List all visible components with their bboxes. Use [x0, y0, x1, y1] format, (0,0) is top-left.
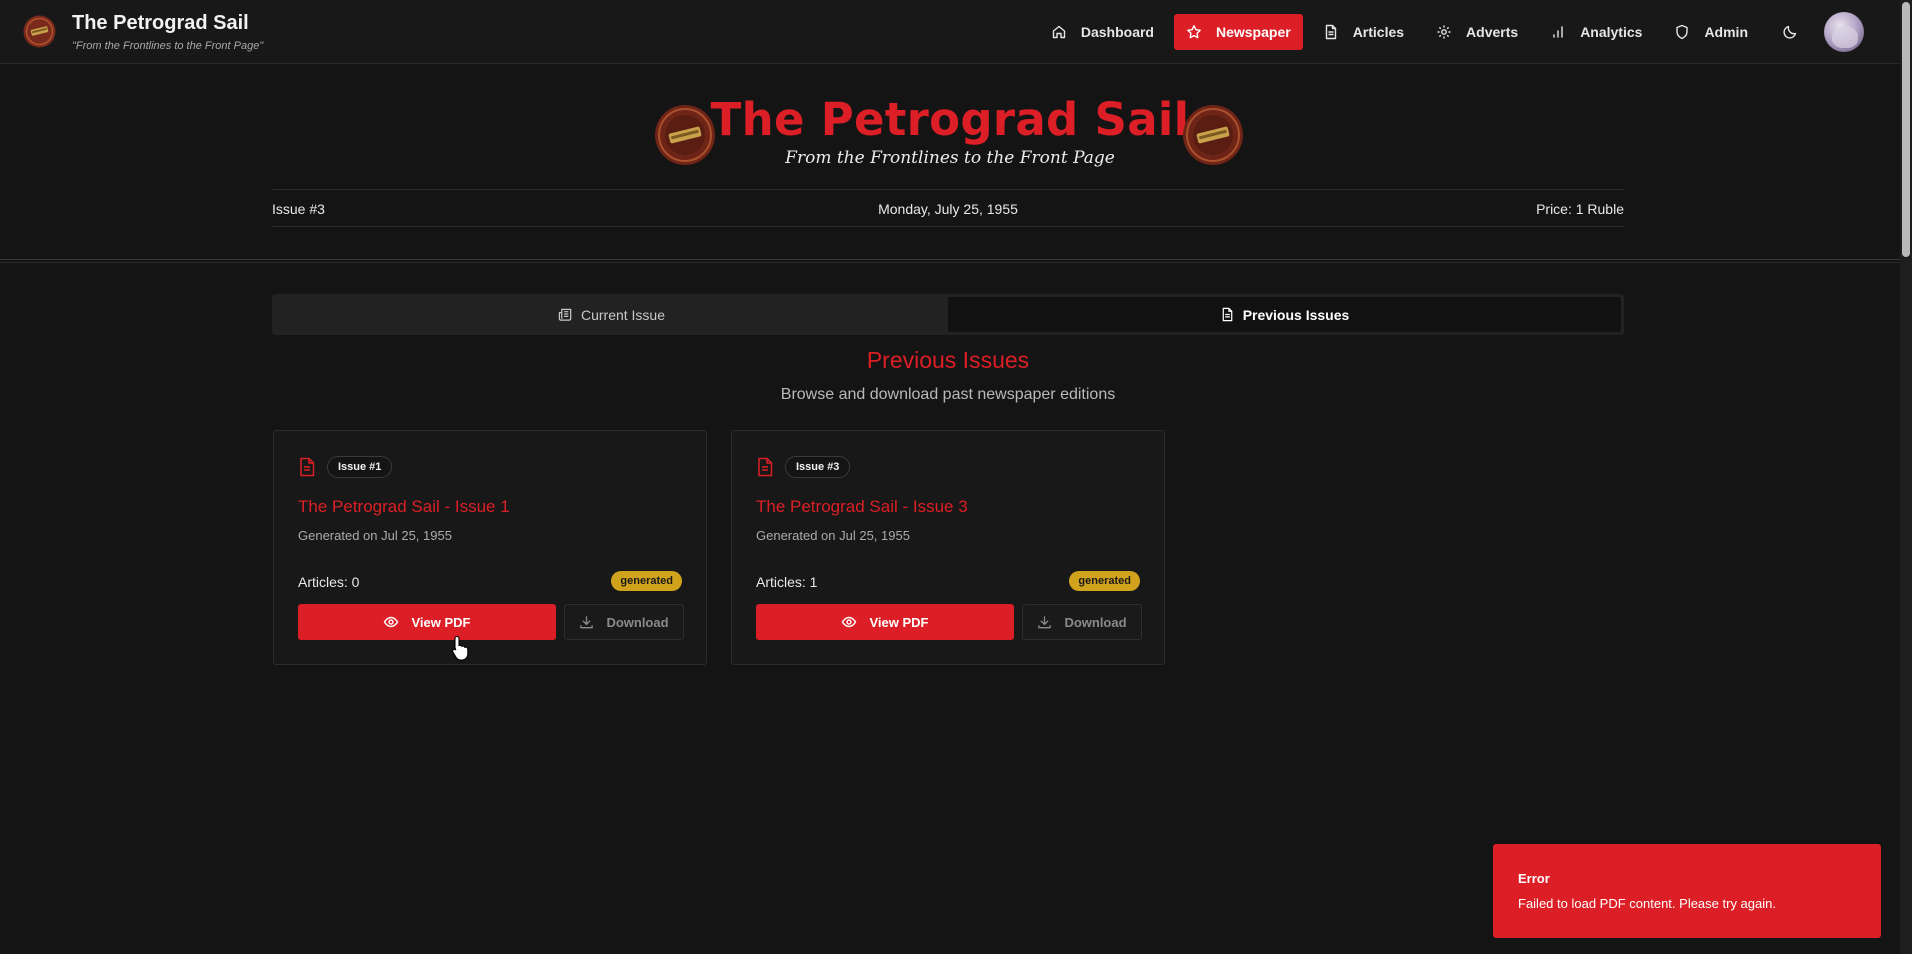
issue-badge: Issue #3 — [785, 456, 851, 478]
brand-emblem-icon[interactable] — [23, 15, 56, 48]
home-icon — [1052, 25, 1066, 39]
document-icon — [300, 457, 315, 477]
hand-cursor-icon — [452, 635, 469, 661]
nav-dashboard[interactable]: Dashboard — [1039, 14, 1166, 50]
tab-previous-issues[interactable]: Previous Issues — [948, 297, 1621, 332]
issue-article-count: Articles: 1 — [756, 574, 818, 590]
toast-title: Error — [1518, 871, 1550, 886]
shield-icon — [1676, 24, 1689, 40]
gear-icon — [1437, 25, 1451, 39]
document-icon — [1222, 307, 1233, 322]
theme-toggle-button[interactable] — [1772, 14, 1808, 50]
view-pdf-button[interactable]: View PDF — [756, 604, 1014, 640]
scrollbar-thumb[interactable] — [1902, 2, 1910, 257]
issue-card: Issue #3 The Petrograd Sail - Issue 3 Ge… — [731, 430, 1165, 665]
view-pdf-label: View PDF — [869, 614, 929, 630]
toast-message: Failed to load PDF content. Please try a… — [1518, 896, 1776, 911]
download-button[interactable]: Download — [564, 604, 684, 640]
masthead-title: The Petrograd Sail — [710, 93, 1190, 146]
issue-badge: Issue #1 — [327, 456, 393, 478]
star-icon — [1187, 25, 1201, 39]
document-icon — [758, 457, 773, 477]
document-icon — [1325, 24, 1336, 40]
tab-current-issue-label: Current Issue — [580, 306, 666, 323]
issue-price: Price: 1 Ruble — [1536, 201, 1624, 217]
download-label: Download — [1064, 614, 1127, 630]
download-icon — [1038, 615, 1052, 628]
app-title[interactable]: The Petrograd Sail — [72, 12, 249, 35]
nav-dashboard-label: Dashboard — [1080, 24, 1154, 40]
issue-tabs: Current Issue Previous Issues — [272, 294, 1624, 335]
issue-article-count: Articles: 0 — [298, 574, 360, 590]
view-pdf-label: View PDF — [411, 614, 471, 630]
section-title: Previous Issues — [866, 347, 1030, 373]
newspaper-icon — [558, 308, 572, 321]
nav-admin[interactable]: Admin — [1662, 14, 1760, 50]
nav-admin-label: Admin — [1704, 24, 1748, 40]
download-button[interactable]: Download — [1022, 604, 1142, 640]
download-icon — [580, 615, 594, 628]
download-label: Download — [606, 614, 669, 630]
eye-icon — [384, 616, 399, 628]
issue-generated-date: Generated on Jul 25, 1955 — [298, 528, 452, 543]
status-badge: generated — [1069, 571, 1140, 591]
nav-newspaper[interactable]: Newspaper — [1173, 14, 1303, 50]
tab-current-issue[interactable]: Current Issue — [275, 297, 948, 332]
issue-title: The Petrograd Sail - Issue 3 — [756, 497, 968, 516]
vertical-scrollbar[interactable] — [1900, 0, 1912, 954]
masthead-divider — [0, 259, 1900, 263]
issue-date: Monday, July 25, 1955 — [878, 201, 1018, 217]
section-subtitle: Browse and download past newspaper editi… — [780, 386, 1116, 403]
nav-adverts-label: Adverts — [1466, 24, 1519, 40]
nav-analytics-label: Analytics — [1580, 24, 1643, 40]
nav-adverts[interactable]: Adverts — [1424, 14, 1530, 50]
error-toast[interactable]: Error Failed to load PDF content. Please… — [1493, 844, 1881, 938]
top-nav-bar: The Petrograd Sail "From the Frontlines … — [0, 0, 1900, 64]
tab-previous-issues-label: Previous Issues — [1242, 306, 1350, 323]
issue-generated-date: Generated on Jul 25, 1955 — [756, 528, 910, 543]
view-pdf-button[interactable]: View PDF — [298, 604, 556, 640]
masthead-tagline: From the Frontlines to the Front Page — [785, 148, 1115, 168]
eye-icon — [842, 616, 857, 628]
bar-chart-icon — [1553, 26, 1563, 38]
main-nav: Dashboard Newspaper Articles Adverts Ana… — [1039, 12, 1864, 52]
issue-info-line: Issue #3 Monday, July 25, 1955 Price: 1 … — [272, 189, 1624, 227]
nav-newspaper-label: Newspaper — [1215, 24, 1291, 40]
user-avatar[interactable] — [1824, 12, 1864, 52]
status-badge: generated — [611, 571, 682, 591]
issue-title: The Petrograd Sail - Issue 1 — [298, 497, 510, 516]
moon-icon — [1783, 25, 1797, 39]
issue-card: Issue #1 The Petrograd Sail - Issue 1 Ge… — [273, 430, 707, 665]
app-tagline: "From the Frontlines to the Front Page" — [72, 40, 264, 52]
nav-articles-label: Articles — [1352, 24, 1405, 40]
nav-analytics[interactable]: Analytics — [1538, 14, 1654, 50]
nav-articles[interactable]: Articles — [1311, 14, 1416, 50]
